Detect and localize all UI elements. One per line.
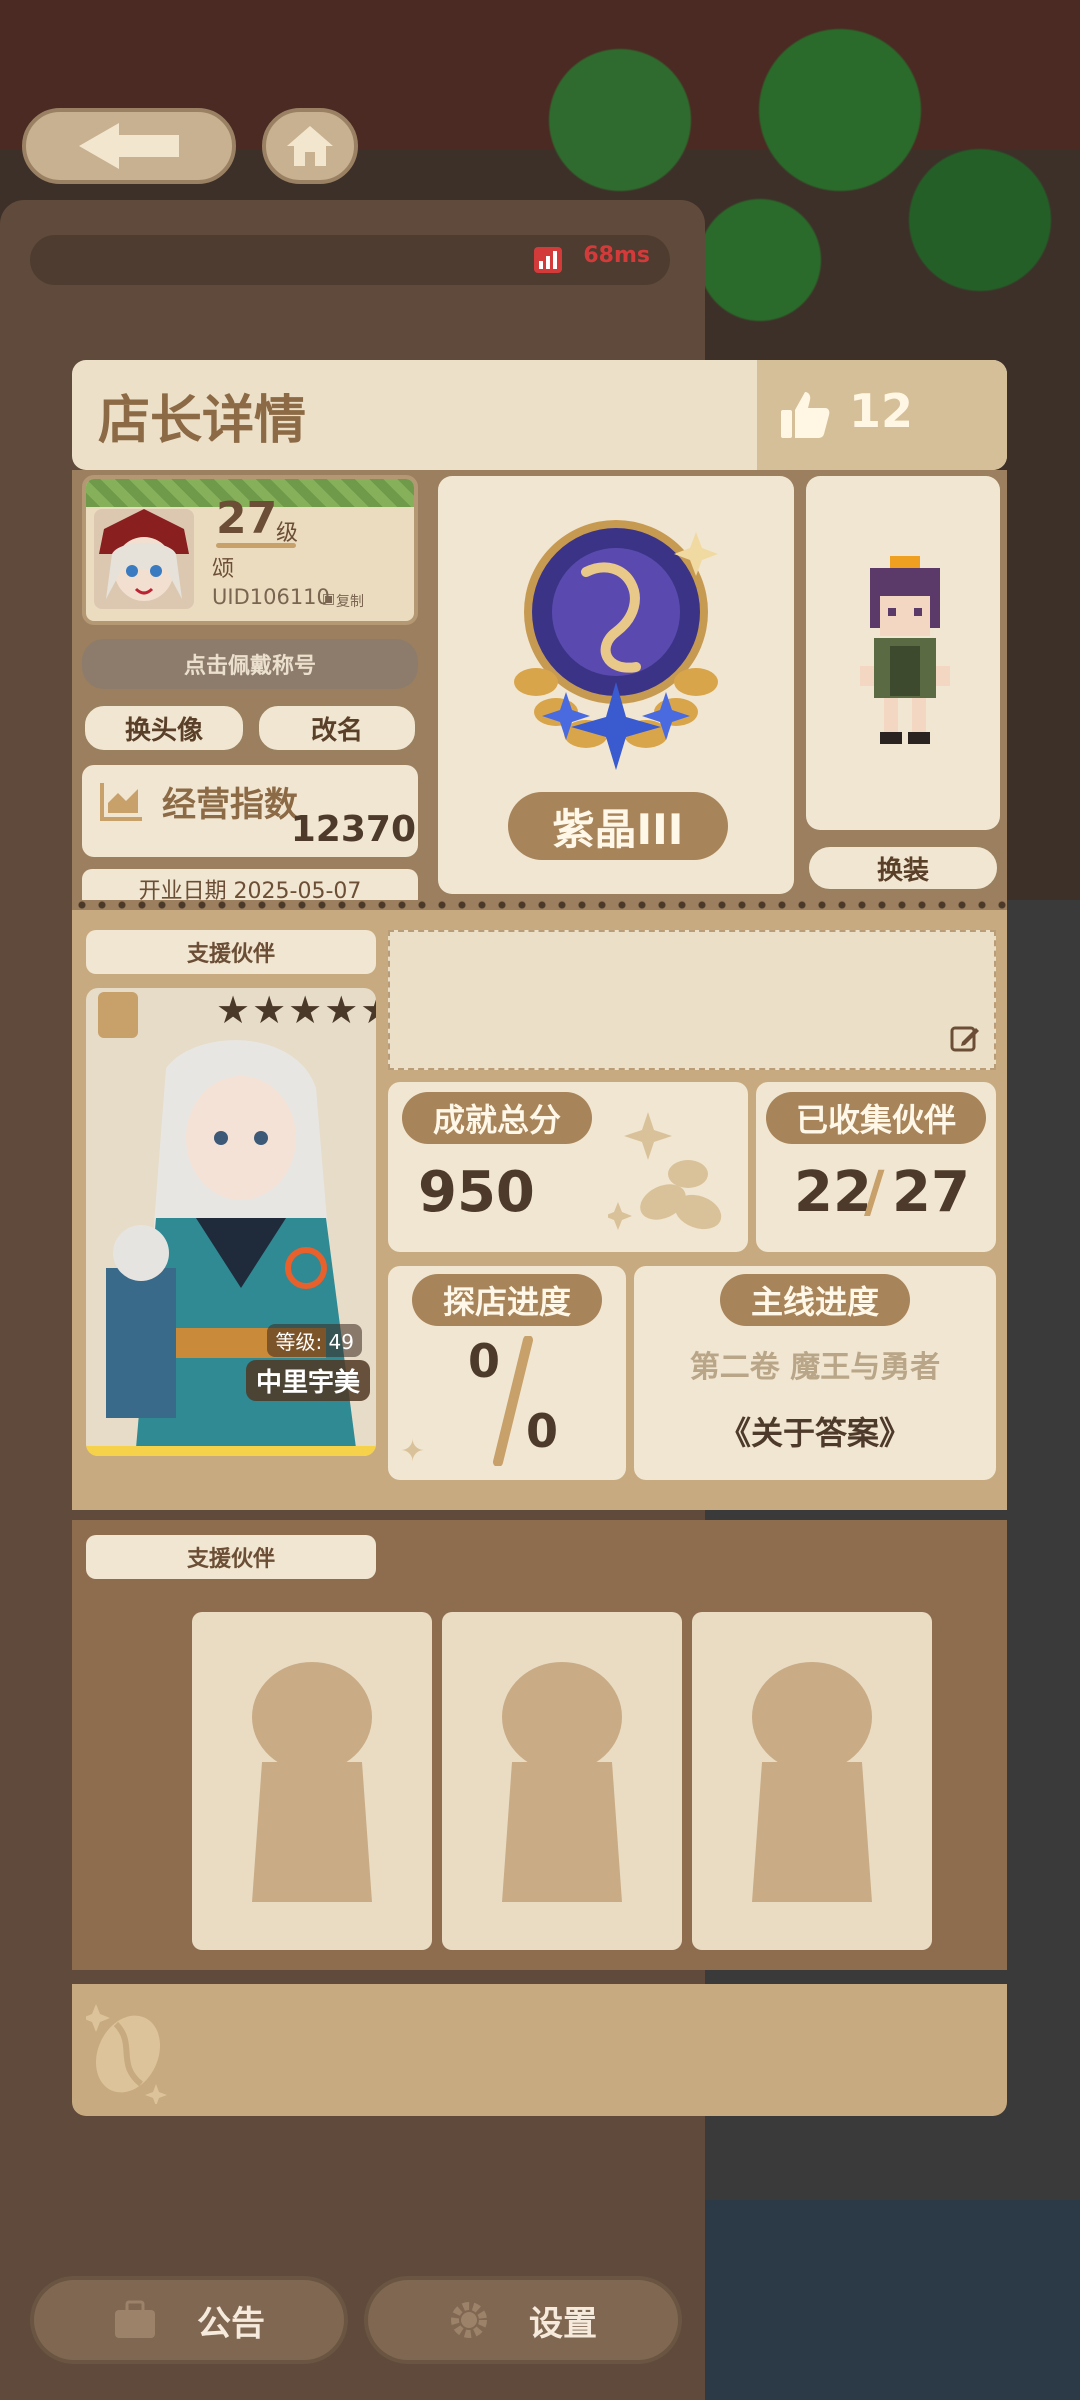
main-story-chapter: 第二卷 魔王与勇者 [689,1350,941,1385]
bean-footer [72,1984,1007,2116]
gear-icon [451,2302,487,2338]
business-index-label: 经营指数 [162,785,298,825]
business-index-value: 12370 [290,809,416,850]
support-section: 支援伙伴 [72,1520,1007,1970]
settings-button[interactable]: 设置 [364,2276,682,2364]
settings-label: 设置 [529,2303,597,2344]
notice-button[interactable]: 公告 [30,2276,348,2364]
pixel-character [850,556,960,750]
like-button[interactable]: 12 [757,360,1007,470]
notice-label: 公告 [197,2303,265,2344]
support-partner-tag: 支援伙伴 [86,1535,376,1579]
achievement-card: 成就总分 950 [388,1082,748,1252]
rename-button[interactable]: 改名 [256,703,418,753]
arrow-left-icon [79,123,179,169]
empty-person-icon [502,1662,622,1902]
dialog-header: 店长详情 12 [72,360,1007,470]
support-slot-2[interactable] [442,1612,682,1950]
sparkle-icon: ✦ [400,1434,426,1469]
achievement-label: 成就总分 [402,1092,592,1144]
player-uid: UID106110 [212,585,330,609]
collected-partners-card: 已收集伙伴 22 / 27 [756,1082,996,1252]
main-story-quest: 《关于答案》 [718,1414,911,1452]
support-slot-3[interactable] [692,1612,932,1950]
medal-card[interactable]: 紫晶III [438,476,794,894]
section-divider [72,900,1007,910]
signature-box[interactable] [388,930,996,1070]
explore-progress-card: 探店进度 0 0 ✦ [388,1266,626,1480]
avatar[interactable] [94,509,194,609]
support-slot-1[interactable] [192,1612,432,1950]
partner-stars: ★★★★★ [216,988,376,1032]
main-story-label: 主线进度 [720,1274,910,1326]
copy-icon: ▣ [322,591,336,607]
level-progress-bar [216,543,296,548]
character-card [806,476,1000,830]
business-index-card: 经营指数 12370 [82,765,418,857]
amethyst-medal-icon [496,512,736,776]
explore-total: 0 [526,1404,559,1458]
wear-title-button[interactable]: 点击佩戴称号 [82,639,418,689]
ping-text: 68ms [583,243,650,268]
achievement-value: 950 [418,1160,535,1225]
level-number: 27 [216,493,278,544]
shop-manager-dialog: 店长详情 12 27 级 颂 UID106110 ▣ 复制 点击佩戴称号 换头像… [72,360,1007,2116]
partner-name: 中里宇美 [245,1360,370,1401]
back-button[interactable] [22,108,236,184]
edit-icon[interactable] [950,1024,980,1058]
home-icon [287,126,333,166]
signal-icon [534,247,562,277]
partner-rarity-bar [86,1446,376,1456]
support-partner-tag: 支援伙伴 [86,930,376,974]
partner-level: 等级: 49 [267,1324,362,1357]
chart-icon [100,781,144,825]
collected-total: 27 [892,1160,970,1225]
like-count: 12 [849,384,914,438]
medal-name: 紫晶III [508,792,728,860]
empty-person-icon [752,1662,872,1902]
home-button[interactable] [262,108,358,184]
explore-label: 探店进度 [412,1274,602,1326]
status-bar: 68ms [30,235,670,285]
briefcase-icon [115,2300,155,2338]
coffee-beans-icon [604,1112,728,1246]
empty-person-icon [252,1662,372,1902]
coffee-bean-icon [82,1994,186,2108]
change-costume-button[interactable]: 换装 [806,844,1000,892]
avatar-card: 27 级 颂 UID106110 ▣ 复制 [82,475,418,625]
change-avatar-button[interactable]: 换头像 [82,703,246,753]
main-story-card[interactable]: 主线进度 第二卷 魔王与勇者 《关于答案》 [634,1266,996,1480]
support-partner-card[interactable]: ★★★★★ 等级: 49 中里宇美 [86,988,376,1456]
dialog-title: 店长详情 [98,391,307,451]
player-name: 颂 [212,557,235,582]
fraction-slash: / [864,1160,885,1225]
collected-have: 22 [794,1160,872,1225]
thumbs-up-icon [779,388,831,444]
copy-uid-button[interactable]: 复制 [336,591,364,611]
stats-section: 支援伙伴 ★★★★★ 等级: 49 中里宇美 [72,910,1007,1510]
collected-label: 已收集伙伴 [766,1092,986,1144]
